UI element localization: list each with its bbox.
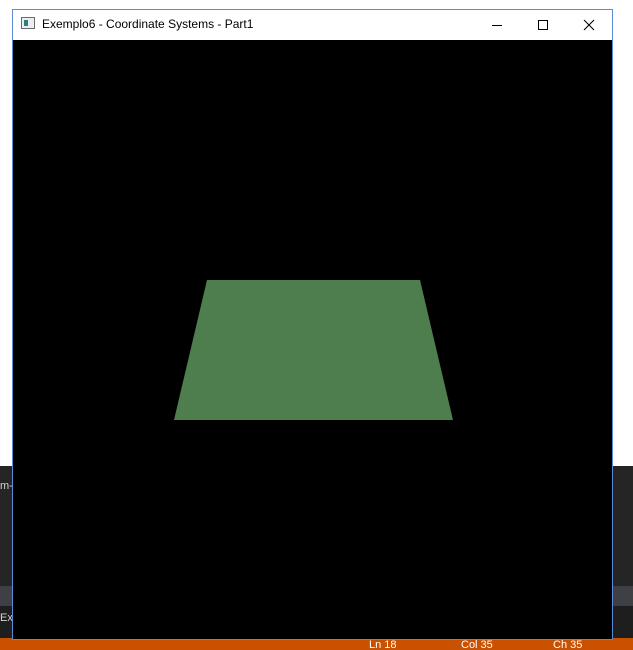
- viewport-canvas: [174, 280, 453, 420]
- minimize-button[interactable]: [474, 10, 520, 40]
- app-window-icon[interactable]: [21, 17, 35, 29]
- desktop: m- Ex Ln 18 Col 35 Ch 35 Exemplo6 - Coor…: [0, 0, 633, 650]
- title-bar[interactable]: Exemplo6 - Coordinate Systems - Part1: [13, 10, 612, 40]
- app-window[interactable]: Exemplo6 - Coordinate Systems - Part1: [12, 9, 613, 640]
- output-text-fragment: Ex: [0, 612, 13, 624]
- maximize-button[interactable]: [520, 10, 566, 40]
- status-line: Ln 18: [369, 639, 397, 650]
- status-char: Ch 35: [553, 639, 583, 650]
- window-title: Exemplo6 - Coordinate Systems - Part1: [42, 17, 254, 31]
- green-trapezoid: [174, 280, 453, 420]
- render-viewport[interactable]: [13, 40, 612, 639]
- minimize-icon: [492, 25, 502, 26]
- close-button[interactable]: [566, 10, 612, 40]
- maximize-icon: [538, 20, 548, 30]
- close-icon: [583, 19, 595, 31]
- status-column: Col 35: [461, 639, 493, 650]
- panel-text-fragment: m-: [0, 480, 13, 492]
